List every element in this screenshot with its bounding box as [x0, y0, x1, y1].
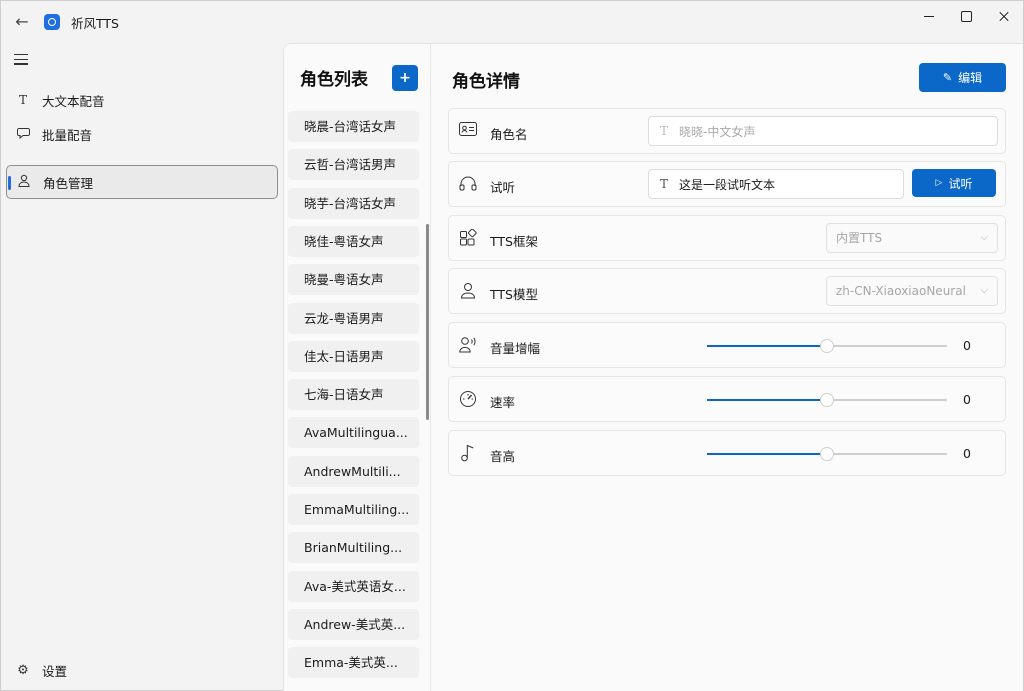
role-name-row: 角色名 T 晓晓-中文女声: [448, 108, 1006, 154]
role-list-item[interactable]: 佳太-日语男声: [288, 340, 419, 372]
id-card-icon: [459, 122, 477, 140]
pencil-icon: ✎: [942, 71, 953, 84]
role-list-title: 角色列表: [300, 70, 368, 90]
audition-button-label: 试听: [948, 176, 973, 191]
tts-framework-select[interactable]: 内置TTS ⌵: [826, 223, 998, 253]
nav-item-label: 大文本配音: [42, 93, 105, 109]
maximize-button[interactable]: [948, 1, 984, 31]
nav-item-label: 角色管理: [43, 175, 94, 191]
pitch-slider-fill: [707, 453, 827, 455]
content-area: 角色列表 + 晓晨-台湾话女声 云哲-台湾话男声 晓芋-台湾话女声 晓佳-粤语女声 晓曼…: [283, 43, 1023, 691]
rate-value: 0: [963, 392, 971, 407]
minimize-button[interactable]: [911, 1, 947, 31]
role-list-item[interactable]: BrianMultiling...: [288, 532, 419, 564]
nav-item-label: 批量配音: [42, 127, 93, 143]
role-list-item[interactable]: 云哲-台湾话男声: [288, 149, 419, 181]
nav-sidebar: T 大文本配音 批量配音 角色管理 ⚙ 设置: [1, 41, 283, 691]
role-name-placeholder: 晓晓-中文女声: [679, 124, 756, 139]
volume-slider-fill: [707, 345, 827, 347]
person-icon: [459, 282, 477, 300]
voice-volume-icon: [459, 336, 477, 354]
gear-icon: ⚙: [17, 662, 29, 678]
pitch-value: 0: [963, 446, 971, 461]
audition-text-value: 这是一段试听文本: [679, 177, 776, 192]
role-detail-panel: 角色详情 ✎ 编辑 角色名 T 晓晓-中文女声 试听 T 这是一段试听文本 ▷ …: [431, 44, 1024, 691]
role-name-input[interactable]: T 晓晓-中文女声: [648, 116, 998, 146]
pitch-label: 音高: [490, 449, 516, 464]
nav-item-long-text-dubbing[interactable]: T 大文本配音: [6, 83, 278, 117]
title-bar: ← 祈风TTS: [1, 1, 1023, 41]
tts-framework-value: 内置TTS: [836, 231, 883, 245]
role-list-item[interactable]: 晓晨-台湾话女声: [288, 111, 419, 142]
volume-slider-thumb[interactable]: [820, 339, 834, 353]
pitch-slider[interactable]: [707, 447, 947, 461]
nav-item-settings[interactable]: ⚙ 设置: [6, 653, 278, 687]
tts-framework-row: TTS框架 内置TTS ⌵: [448, 215, 1006, 261]
app-title: 祈风TTS: [71, 16, 119, 31]
add-role-button[interactable]: +: [392, 65, 418, 91]
role-detail-title: 角色详情: [452, 72, 520, 92]
hamburger-menu-icon[interactable]: [14, 54, 28, 66]
app-logo-icon: [44, 14, 60, 30]
volume-label: 音量增幅: [490, 341, 541, 356]
audition-row: 试听 T 这是一段试听文本 ▷ 试听: [448, 161, 1006, 207]
tts-framework-label: TTS框架: [490, 234, 538, 249]
audition-text-input[interactable]: T 这是一段试听文本: [648, 169, 904, 199]
role-list-item[interactable]: 七海-日语女声: [288, 379, 419, 411]
role-name-label: 角色名: [490, 127, 528, 142]
text-icon: T: [18, 93, 27, 107]
back-arrow-icon[interactable]: ←: [11, 11, 33, 33]
role-list-item[interactable]: AndrewMultili...: [288, 455, 419, 487]
audition-label: 试听: [490, 180, 516, 195]
play-icon: ▷: [935, 178, 943, 188]
role-list-scrollbar[interactable]: [426, 224, 429, 420]
role-list-item[interactable]: AvaMultilingua...: [288, 417, 419, 449]
role-list-item[interactable]: Emma-美式英...: [288, 647, 419, 679]
role-list-item[interactable]: 晓芋-台湾话女声: [288, 187, 419, 219]
pitch-slider-thumb[interactable]: [820, 447, 834, 461]
speedometer-icon: [459, 390, 477, 408]
chat-bubble-icon: [16, 127, 30, 142]
nav-item-role-management[interactable]: 角色管理: [6, 165, 278, 199]
tts-model-label: TTS模型: [490, 287, 538, 302]
edit-button[interactable]: ✎ 编辑: [919, 63, 1006, 92]
volume-value: 0: [963, 338, 971, 353]
app-window: ← 祈风TTS T 大文本配音 批量配音 角色管理 ⚙ 设置 角色列表 + 晓晨…: [0, 0, 1024, 691]
role-list-item[interactable]: 晓佳-粤语女声: [288, 225, 419, 257]
pitch-row: 音高 0: [448, 430, 1006, 476]
rate-row: 速率 0: [448, 376, 1006, 422]
role-list-item[interactable]: Andrew-美式英...: [288, 608, 419, 640]
tts-model-value: zh-CN-XiaoxiaoNeural: [836, 284, 966, 298]
role-list-item[interactable]: 云龙-粤语男声: [288, 302, 419, 334]
rate-slider-fill: [707, 399, 827, 401]
text-icon: T: [660, 177, 669, 191]
volume-row: 音量增幅 0: [448, 322, 1006, 368]
tts-model-select[interactable]: zh-CN-XiaoxiaoNeural ⌵: [826, 276, 998, 306]
text-icon: T: [660, 124, 669, 138]
tts-model-row: TTS模型 zh-CN-XiaoxiaoNeural ⌵: [448, 268, 1006, 314]
music-note-icon: [459, 444, 477, 462]
edit-button-label: 编辑: [958, 71, 983, 85]
role-list: 晓晨-台湾话女声 云哲-台湾话男声 晓芋-台湾话女声 晓佳-粤语女声 晓曼-粤语女声 云龙…: [284, 106, 430, 691]
headphones-icon: [459, 175, 477, 193]
role-list-item[interactable]: EmmaMultiling...: [288, 494, 419, 525]
person-icon: [17, 174, 31, 190]
apps-grid-icon: [459, 228, 477, 247]
chevron-down-icon: ⌵: [980, 232, 988, 243]
volume-slider[interactable]: [707, 339, 947, 353]
rate-slider[interactable]: [707, 393, 947, 407]
nav-item-label: 设置: [42, 663, 68, 679]
rate-slider-thumb[interactable]: [820, 393, 834, 407]
role-list-item[interactable]: 晓曼-粤语女声: [288, 264, 419, 296]
rate-label: 速率: [490, 395, 516, 410]
audition-play-button[interactable]: ▷ 试听: [912, 169, 996, 197]
role-list-item[interactable]: Ava-美式英语女...: [288, 570, 419, 602]
role-list-panel: 角色列表 + 晓晨-台湾话女声 云哲-台湾话男声 晓芋-台湾话女声 晓佳-粤语女声 晓曼…: [284, 44, 431, 691]
close-button[interactable]: [986, 1, 1022, 31]
nav-item-batch-dubbing[interactable]: 批量配音: [6, 117, 278, 151]
chevron-down-icon: ⌵: [980, 285, 988, 296]
